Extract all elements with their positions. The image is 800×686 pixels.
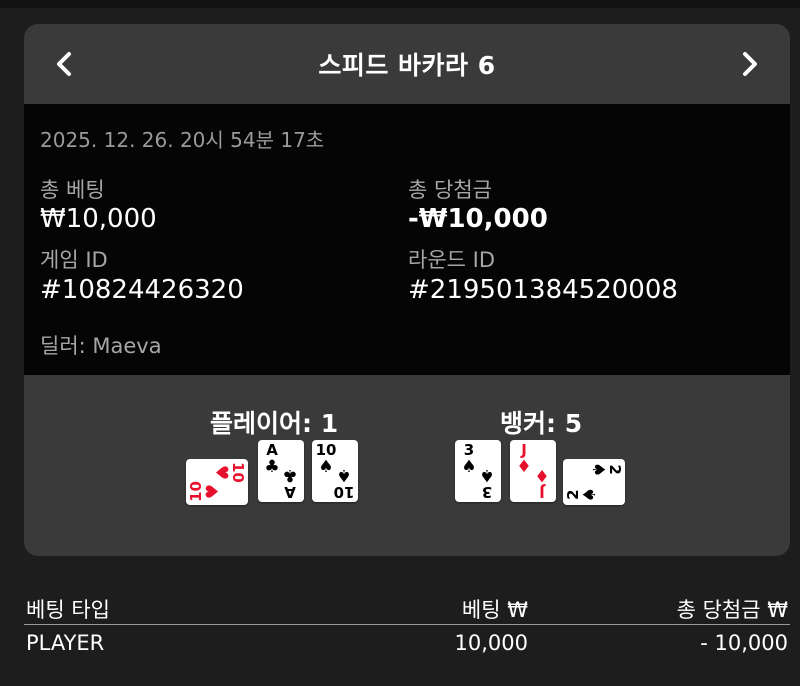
panel-header: 스피드 바카라 6 bbox=[24, 24, 790, 104]
card-suit-icon: ♦ bbox=[534, 465, 550, 485]
playing-card: 10 ♠ 10 ♠ bbox=[312, 440, 358, 502]
total-win-label: 총 당첨금 bbox=[408, 178, 492, 202]
playing-card: J ♦ J ♦ bbox=[510, 440, 556, 502]
card-corner: 2 ♠ bbox=[564, 486, 600, 502]
total-win-value: -₩10,000 bbox=[408, 204, 548, 234]
dealer-name: 딜러: Maeva bbox=[40, 334, 162, 358]
card-corner: J ♦ bbox=[531, 465, 553, 501]
card-corner: 10 ♥ bbox=[187, 481, 223, 502]
top-strip bbox=[0, 0, 800, 8]
playing-card: A ♣ A ♣ bbox=[258, 440, 304, 502]
round-datetime: 2025. 12. 26. 20시 54분 17초 bbox=[40, 128, 325, 152]
bets-table: 베팅 타입 베팅 ₩ 총 당첨금 ₩ PLAYER 10,000 - 10,00… bbox=[24, 590, 790, 659]
header-bet-amount: 베팅 ₩ bbox=[461, 598, 528, 622]
card-rank: A bbox=[284, 483, 296, 501]
playing-card: 3 ♠ 3 ♠ bbox=[455, 440, 501, 502]
round-id-value: #219501384520008 bbox=[408, 275, 678, 305]
card-rank: 3 bbox=[481, 483, 493, 501]
banker-score: 뱅커: 5 bbox=[500, 409, 583, 438]
bet-amount-cell: 10,000 bbox=[454, 631, 528, 655]
card-rank: 10 bbox=[229, 462, 247, 483]
card-suit-icon: ♥ bbox=[203, 483, 223, 500]
total-bet-value: ₩10,000 bbox=[40, 204, 157, 234]
card-suit-icon: ♠ bbox=[479, 465, 495, 485]
next-round-button[interactable] bbox=[734, 48, 766, 80]
round-id-label: 라운드 ID bbox=[408, 248, 495, 272]
card-suit-icon: ♠ bbox=[336, 465, 352, 485]
game-id-label: 게임 ID bbox=[40, 248, 108, 272]
card-suit-icon: ♣ bbox=[282, 465, 298, 485]
round-detail-panel: 스피드 바카라 6 2025. 12. 26. 20시 54분 17초 총 베팅… bbox=[24, 24, 790, 556]
total-bet-label: 총 베팅 bbox=[40, 178, 105, 202]
card-suit-icon: ♠ bbox=[588, 462, 608, 478]
header-total-win: 총 당첨금 ₩ bbox=[676, 598, 788, 622]
card-corner: 10 ♠ bbox=[333, 465, 355, 501]
card-corner: 2 ♠ bbox=[588, 462, 624, 478]
playing-card: 10 ♥ 10 ♥ bbox=[186, 459, 248, 505]
game-id-value: #10824426320 bbox=[40, 275, 244, 305]
player-score: 플레이어: 1 bbox=[210, 409, 339, 438]
chevron-right-icon bbox=[743, 52, 757, 76]
card-corner: 10 ♥ bbox=[211, 462, 247, 483]
table-row: PLAYER 10,000 - 10,000 bbox=[24, 625, 790, 659]
card-rank: 2 bbox=[606, 464, 624, 475]
card-rank: 10 bbox=[333, 483, 355, 501]
total-win-cell: - 10,000 bbox=[700, 631, 788, 655]
game-title: 스피드 바카라 6 bbox=[318, 51, 496, 80]
playing-card: 2 ♠ 2 ♠ bbox=[563, 459, 625, 505]
card-rank: J bbox=[539, 483, 545, 501]
round-info: 2025. 12. 26. 20시 54분 17초 총 베팅 ₩10,000 총… bbox=[24, 104, 790, 375]
card-corner: A ♣ bbox=[279, 465, 301, 501]
card-suit-icon: ♥ bbox=[211, 464, 231, 481]
table-header-row: 베팅 타입 베팅 ₩ 총 당첨금 ₩ bbox=[24, 590, 790, 625]
bet-type-cell: PLAYER bbox=[26, 631, 105, 655]
card-suit-icon: ♠ bbox=[580, 486, 600, 502]
card-corner: 3 ♠ bbox=[476, 465, 498, 501]
header-bet-type: 베팅 타입 bbox=[26, 598, 110, 622]
